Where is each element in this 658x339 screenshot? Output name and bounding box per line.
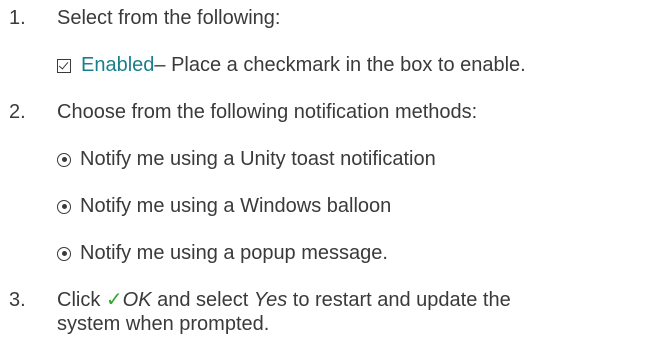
option-label: Notify me using a popup message. bbox=[80, 242, 388, 264]
yes-label: Yes bbox=[253, 289, 288, 311]
checked-box-icon bbox=[57, 58, 71, 73]
enabled-label: Enabled bbox=[81, 54, 155, 76]
restart-text: to restart and update the bbox=[287, 289, 511, 311]
step-text-line2: system when prompted. bbox=[57, 313, 270, 335]
step-number: 2. bbox=[9, 101, 26, 123]
instructions-document: 1. Select from the following: Enabled – … bbox=[0, 0, 658, 339]
click-text: Click bbox=[57, 289, 106, 311]
enabled-description: – Place a checkmark in the box to enable… bbox=[154, 54, 526, 76]
option-label: Notify me using a Unity toast notificati… bbox=[80, 148, 436, 170]
option-label: Notify me using a Windows balloon bbox=[80, 195, 392, 217]
radio-selected-icon bbox=[57, 199, 71, 214]
ok-label: OK bbox=[122, 289, 152, 311]
radio-selected-icon bbox=[57, 246, 71, 261]
ok-check-icon: ✓ bbox=[105, 289, 123, 311]
step-number: 1. bbox=[9, 7, 26, 29]
step-text: Choose from the following notification m… bbox=[57, 101, 478, 123]
step-text-line1: Click ✓OK and select Yes to restart and … bbox=[57, 289, 511, 312]
step-text: Select from the following: bbox=[57, 7, 281, 29]
step-number: 3. bbox=[9, 289, 26, 311]
and-select-text: and select bbox=[151, 289, 254, 311]
radio-selected-icon bbox=[57, 152, 71, 167]
